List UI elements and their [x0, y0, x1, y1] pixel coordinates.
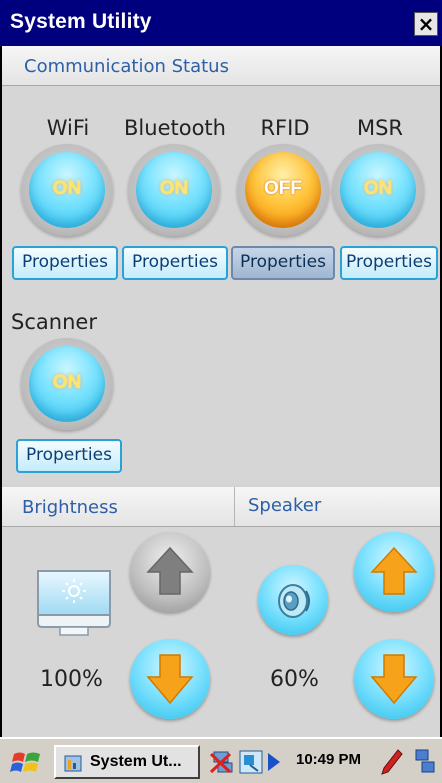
- communication-panel: WiFi Bluetooth RFID MSR ON ON OFF ON Pro…: [2, 86, 440, 484]
- window-title: System Utility: [10, 10, 152, 33]
- wifi-state: ON: [52, 178, 82, 199]
- arrow-up-icon: [370, 546, 418, 595]
- speaker-up-button[interactable]: [354, 532, 434, 612]
- msr-toggle[interactable]: ON: [332, 144, 424, 236]
- brightness-down-button[interactable]: [130, 639, 210, 719]
- speaker-cone-graphic: [278, 584, 310, 618]
- rfid-toggle[interactable]: OFF: [237, 144, 329, 236]
- msr-label: MSR: [356, 116, 404, 140]
- taskbar: System Ut... 10:49 PM: [0, 737, 442, 783]
- speaker-value: 60%: [270, 667, 319, 692]
- desktop-switch-icon[interactable]: [414, 748, 438, 776]
- speaker-title: Speaker: [248, 495, 322, 516]
- arrow-down-icon: [370, 654, 418, 705]
- wifi-properties-button[interactable]: Properties: [12, 246, 118, 280]
- windows-start-icon[interactable]: [10, 748, 44, 778]
- wifi-label: WiFi: [46, 116, 90, 140]
- bluetooth-label: Bluetooth: [124, 116, 226, 140]
- rfid-state: OFF: [264, 178, 302, 199]
- brightness-speaker-header: Brightness Speaker: [2, 487, 440, 527]
- scanner-toggle[interactable]: ON: [21, 338, 113, 430]
- rfid-properties-button[interactable]: Properties: [231, 246, 335, 280]
- communication-status-header: Communication Status: [2, 46, 440, 86]
- rfid-label: RFID: [260, 116, 310, 140]
- wireless-status-icon[interactable]: [238, 749, 264, 775]
- msr-state: ON: [363, 178, 393, 199]
- scanner-properties-button[interactable]: Properties: [16, 439, 122, 473]
- msr-properties-button[interactable]: Properties: [340, 246, 438, 280]
- bluetooth-properties-button[interactable]: Properties: [122, 246, 228, 280]
- close-button[interactable]: ×: [414, 12, 438, 36]
- brightness-monitor-icon: [37, 570, 111, 636]
- wifi-toggle[interactable]: ON: [21, 144, 113, 236]
- brightness-speaker-panel: 100% 60%: [2, 527, 440, 737]
- taskbar-app-button[interactable]: System Ut...: [54, 745, 200, 779]
- brightness-title: Brightness: [22, 497, 118, 518]
- taskbar-app-label: System Ut...: [90, 753, 182, 770]
- taskbar-clock[interactable]: 10:49 PM: [296, 751, 361, 768]
- bluetooth-toggle[interactable]: ON: [128, 144, 220, 236]
- title-bar: System Utility ×: [0, 0, 442, 46]
- speaker-down-button[interactable]: [354, 639, 434, 719]
- speaker-icon: [258, 565, 328, 635]
- arrow-up-icon: [146, 546, 194, 595]
- app-icon: [64, 755, 82, 772]
- scanner-label: Scanner: [11, 310, 97, 334]
- communication-status-title: Communication Status: [24, 56, 229, 77]
- arrow-down-icon: [146, 654, 194, 705]
- bluetooth-state: ON: [159, 178, 189, 199]
- brightness-up-button[interactable]: [130, 532, 210, 612]
- header-divider: [234, 487, 235, 526]
- pen-input-icon[interactable]: [380, 748, 404, 776]
- scanner-state: ON: [52, 372, 82, 393]
- brightness-value: 100%: [40, 667, 103, 692]
- expand-tray-icon[interactable]: [266, 751, 282, 773]
- network-disconnected-icon[interactable]: [208, 749, 236, 775]
